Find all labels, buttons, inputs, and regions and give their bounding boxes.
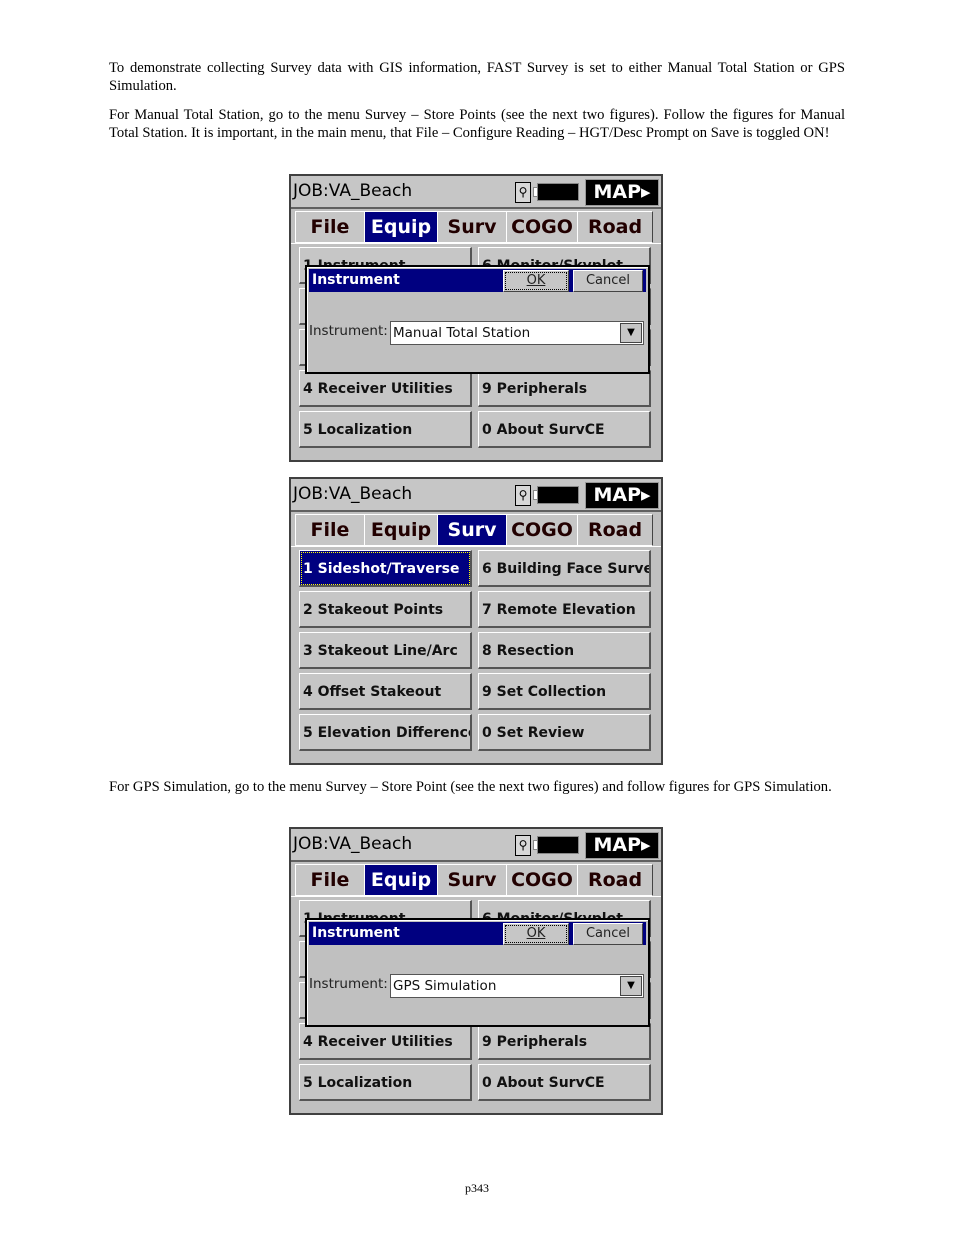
ok-button[interactable]: OK (503, 923, 569, 945)
instrument-select[interactable]: Manual Total Station ▼ (390, 321, 644, 345)
ok-button[interactable]: OK (503, 270, 569, 292)
cancel-button[interactable]: Cancel (573, 923, 643, 945)
app-screenshot: JOB:VA_Beach⚲MAP▸FileEquipSurvCOGORoad1 … (289, 477, 663, 765)
page-number: p343 (465, 1181, 489, 1195)
battery-icon (537, 486, 579, 504)
menu-item[interactable]: 4 Offset Stakeout (299, 673, 472, 710)
title-bar: JOB:VA_Beach ⚲ MAP▸ (291, 176, 661, 209)
instrument-select[interactable]: GPS Simulation ▼ (390, 974, 644, 998)
menu-item[interactable]: 5 Localization (299, 1064, 472, 1101)
dialog-title-bar: Instrument OK Cancel (309, 922, 646, 945)
tab-equip[interactable]: Equip (364, 864, 438, 896)
paragraph-intro: To demonstrate collecting Survey data wi… (109, 60, 845, 94)
chevron-down-icon[interactable]: ▼ (620, 976, 642, 996)
tab-cogo[interactable]: COGO (506, 514, 578, 546)
instrument-dialog: Instrument OK Cancel Instrument: GPS Simulat… (305, 918, 650, 1027)
tab-file[interactable]: File (295, 211, 365, 243)
cancel-button[interactable]: Cancel (573, 270, 643, 292)
app-screenshot: JOB:VA_Beach⚲MAP▸FileEquipSurvCOGORoad1 … (289, 174, 663, 462)
job-title: JOB:VA_Beach (293, 181, 413, 201)
tab-equip[interactable]: Equip (364, 514, 438, 546)
gps-receiver-icon[interactable]: ⚲ (515, 485, 531, 506)
instrument-dialog: Instrument OK Cancel Instrument: Manual Tota… (305, 265, 650, 374)
tab-cogo[interactable]: COGO (506, 211, 578, 243)
menu-item[interactable]: 9 Peripherals (478, 1023, 651, 1060)
paragraph-gps-simulation: For GPS Simulation, go to the menu Surve… (109, 779, 832, 795)
menu-item[interactable]: 0 About SurvCE (478, 1064, 651, 1101)
menu-item[interactable]: 1 Sideshot/Traverse (299, 550, 472, 587)
map-button[interactable]: MAP▸ (585, 179, 659, 206)
menu-item[interactable]: 3 Stakeout Line/Arc (299, 632, 472, 669)
paragraph-manual-total-station: For Manual Total Station, go to the menu… (109, 107, 845, 141)
tab-surv[interactable]: Surv (437, 211, 507, 243)
tab-road[interactable]: Road (577, 864, 653, 896)
instrument-label: Instrument: (309, 976, 388, 992)
title-bar: JOB:VA_Beach ⚲ MAP▸ (291, 829, 661, 862)
tab-file[interactable]: File (295, 514, 365, 546)
tab-surv[interactable]: Surv (437, 514, 507, 546)
tab-road[interactable]: Road (577, 211, 653, 243)
menu-item[interactable]: 4 Receiver Utilities (299, 1023, 472, 1060)
menu-grid: 1 Sideshot/Traverse 6 Building Face Surve… (291, 546, 661, 763)
dialog-title: Instrument (312, 272, 400, 288)
tab-road[interactable]: Road (577, 514, 653, 546)
total-station-icon[interactable]: ⚲ (515, 182, 531, 203)
menu-item[interactable]: 0 Set Review (478, 714, 651, 751)
tab-equip[interactable]: Equip (364, 211, 438, 243)
map-button[interactable]: MAP▸ (585, 832, 659, 859)
menu-item[interactable]: 6 Building Face Survey (478, 550, 651, 587)
menu-item[interactable]: 5 Elevation Difference (299, 714, 472, 751)
dialog-title: Instrument (312, 925, 400, 941)
dialog-title-bar: Instrument OK Cancel (309, 269, 646, 292)
job-title: JOB:VA_Beach (293, 484, 413, 504)
menu-item[interactable]: 9 Peripherals (478, 370, 651, 407)
map-button[interactable]: MAP▸ (585, 482, 659, 509)
menu-item[interactable]: 2 Stakeout Points (299, 591, 472, 628)
instrument-select-value: GPS Simulation (393, 978, 497, 994)
instrument-label: Instrument: (309, 323, 388, 339)
menu-item[interactable]: 9 Set Collection (478, 673, 651, 710)
total-station-icon[interactable]: ⚲ (515, 835, 531, 856)
chevron-down-icon[interactable]: ▼ (620, 323, 642, 343)
battery-icon (537, 836, 579, 854)
menu-item[interactable]: 7 Remote Elevation (478, 591, 651, 628)
tab-file[interactable]: File (295, 864, 365, 896)
document-page: To demonstrate collecting Survey data wi… (0, 0, 954, 1235)
tab-surv[interactable]: Surv (437, 864, 507, 896)
job-title: JOB:VA_Beach (293, 834, 413, 854)
tab-cogo[interactable]: COGO (506, 864, 578, 896)
battery-icon (537, 183, 579, 201)
instrument-select-value: Manual Total Station (393, 325, 531, 341)
menu-item[interactable]: 0 About SurvCE (478, 411, 651, 448)
title-bar: JOB:VA_Beach ⚲ MAP▸ (291, 479, 661, 512)
menu-item[interactable]: 5 Localization (299, 411, 472, 448)
menu-item[interactable]: 4 Receiver Utilities (299, 370, 472, 407)
menu-item[interactable]: 8 Resection (478, 632, 651, 669)
app-screenshot: JOB:VA_Beach⚲MAP▸FileEquipSurvCOGORoad1 … (289, 827, 663, 1115)
